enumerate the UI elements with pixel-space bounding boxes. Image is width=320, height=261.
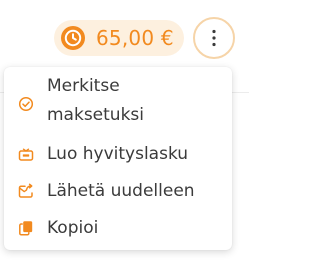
- copy-icon: [19, 221, 33, 236]
- menu-item-resend[interactable]: Lähetä uudelleen: [4, 176, 232, 206]
- more-vertical-icon: [212, 29, 216, 47]
- amount-badge: 65,00 €: [54, 20, 184, 56]
- resend-icon: [18, 183, 33, 198]
- menu-item-copy[interactable]: Kopioi: [4, 213, 232, 243]
- menu-item-label: Kopioi: [47, 218, 99, 238]
- amount-value: 65,00 €: [96, 26, 174, 50]
- menu-item-create-credit-note[interactable]: Luo hyvityslasku: [4, 139, 232, 169]
- more-actions-button[interactable]: [193, 17, 235, 59]
- menu-item-label: Lähetä uudelleen: [47, 181, 195, 201]
- check-circle-icon: [18, 96, 34, 112]
- menu-item-mark-paid[interactable]: Merkitse maksetuksi: [4, 71, 232, 131]
- credit-note-icon: [18, 148, 34, 161]
- actions-menu: Merkitse maksetuksi Luo hyvityslasku Läh…: [4, 67, 232, 250]
- menu-item-label: Luo hyvityslasku: [47, 144, 189, 164]
- menu-item-label: Merkitse: [47, 76, 120, 96]
- menu-item-label: maksetuksi: [47, 105, 145, 125]
- clock-icon: [61, 26, 85, 50]
